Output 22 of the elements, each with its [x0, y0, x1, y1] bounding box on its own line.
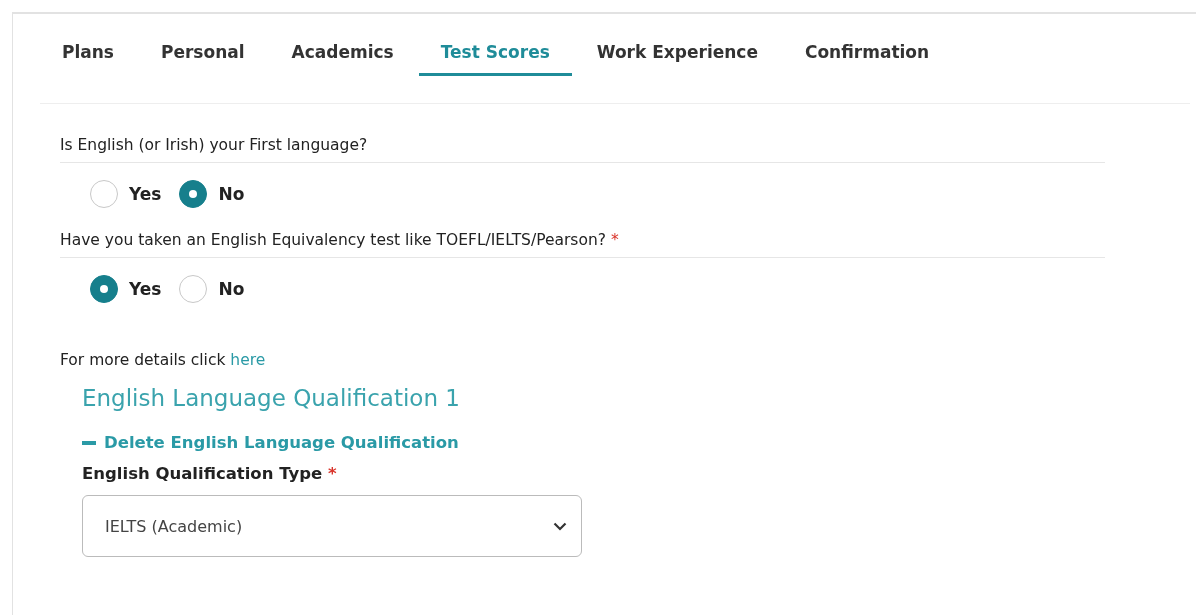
tab[interactable]: Confirmation — [782, 14, 952, 76]
field-label: English Qualification Type * — [82, 464, 338, 483]
radio-label[interactable]: No — [218, 184, 245, 204]
tab[interactable]: Test Scores — [418, 14, 572, 76]
tab[interactable]: Personal — [139, 14, 267, 76]
question-label: Is English (or Irish) your First language? — [60, 104, 1105, 163]
radio-button[interactable] — [179, 275, 208, 303]
question-label: Have you taken an English Equivalency test like TOEFL/IELTS/Pearson? * — [60, 209, 1105, 258]
radio-label[interactable]: Yes — [129, 184, 162, 204]
tab[interactable]: Work Experience — [574, 14, 780, 76]
radio-button[interactable] — [90, 275, 118, 303]
qualification-type-select[interactable]: IELTS (Academic) — [82, 495, 582, 557]
minus-icon — [82, 440, 96, 445]
tab[interactable]: Academics — [269, 14, 416, 76]
chevron-down-icon — [553, 521, 567, 531]
radio-label[interactable]: Yes — [129, 279, 162, 299]
radio-label[interactable]: No — [218, 279, 245, 299]
tab[interactable]: Plans — [40, 14, 136, 76]
section-title: English Language Qualification 1 — [82, 385, 461, 411]
details-text: For more details click here — [60, 351, 267, 369]
radio-button[interactable] — [179, 180, 208, 208]
radio-button[interactable] — [90, 180, 118, 208]
